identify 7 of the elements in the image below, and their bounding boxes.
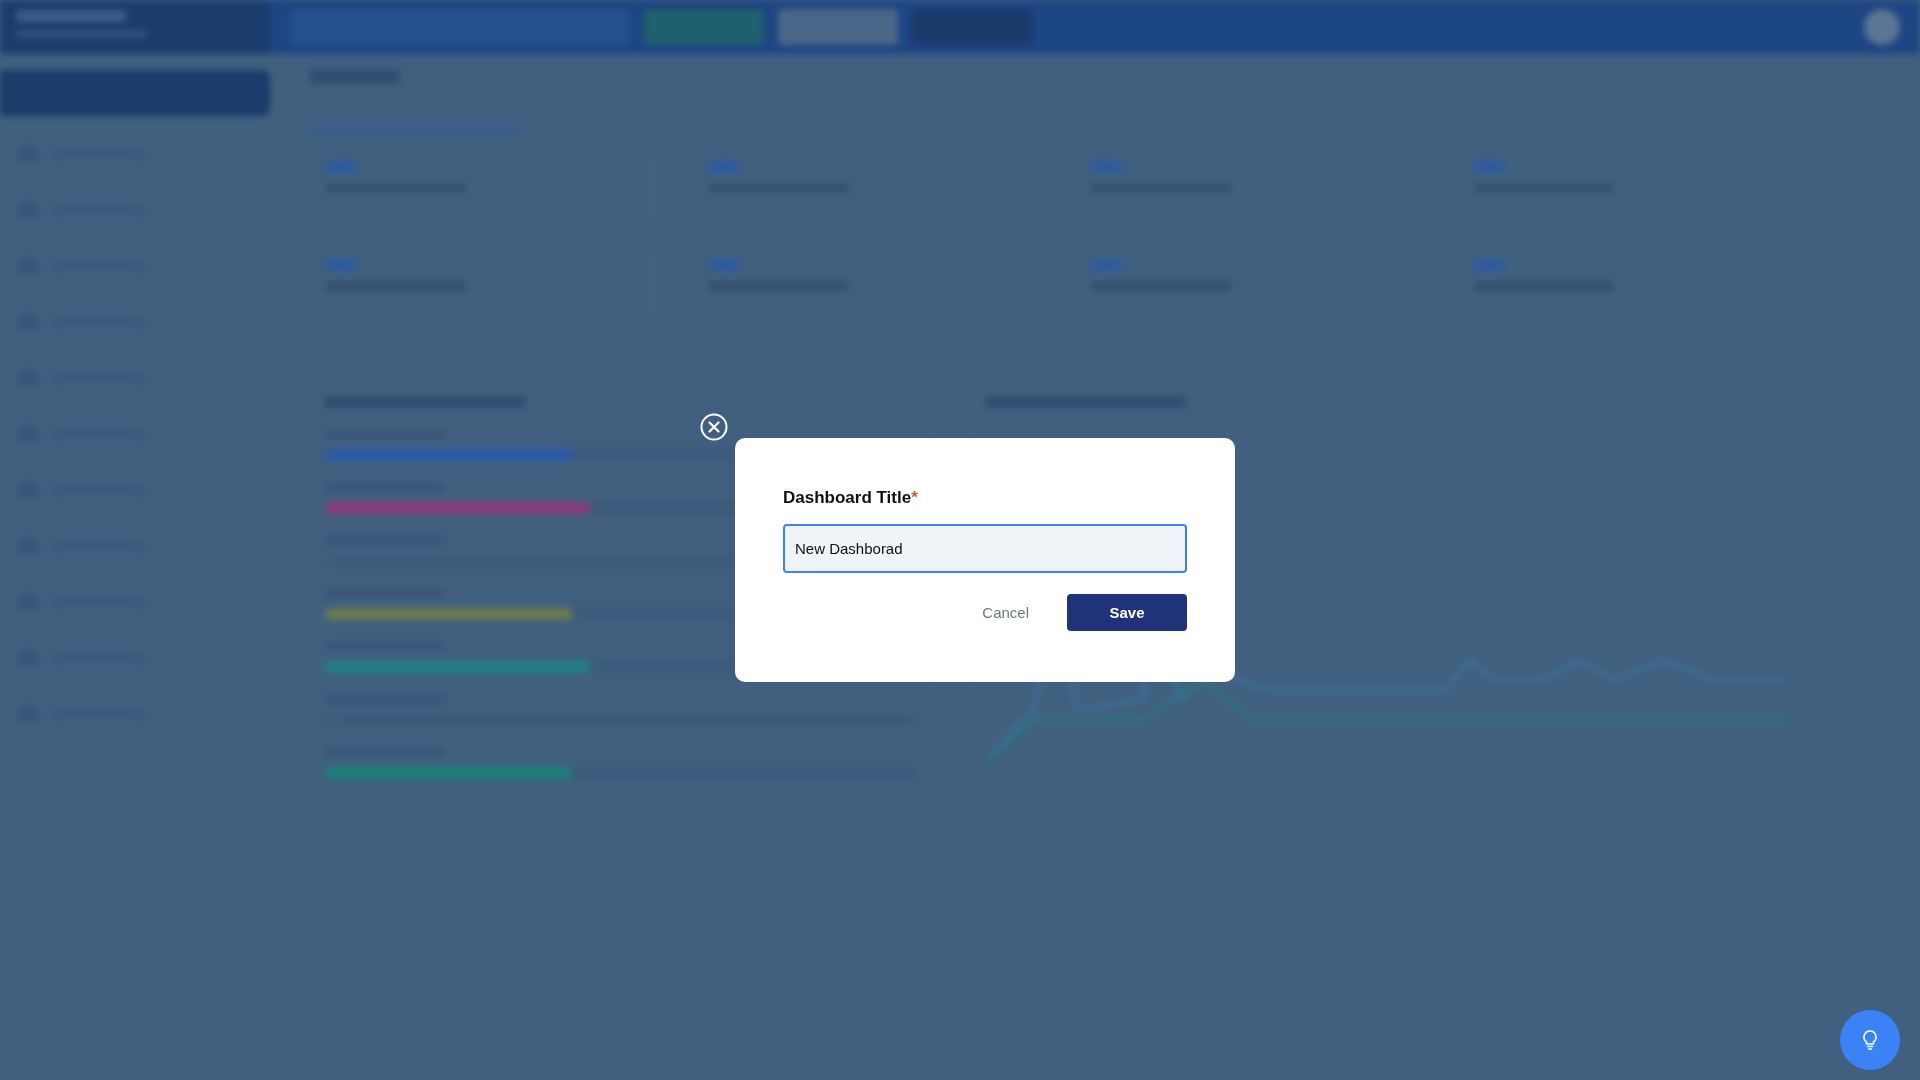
close-icon[interactable] xyxy=(700,413,728,441)
help-button[interactable] xyxy=(1840,1010,1900,1070)
title-input-field[interactable]: New Dashborad xyxy=(783,524,1187,573)
field-label: Dashboard Title* xyxy=(783,488,919,508)
required-mark: * xyxy=(911,488,918,507)
cancel-button[interactable]: Cancel xyxy=(972,594,1039,631)
save-button[interactable]: Save xyxy=(1067,594,1187,631)
